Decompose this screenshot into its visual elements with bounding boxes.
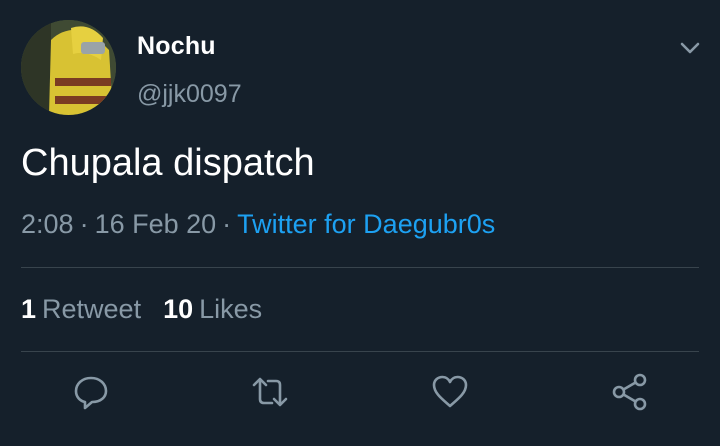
reply-icon[interactable] (71, 372, 111, 412)
display-name[interactable]: Nochu (137, 32, 216, 61)
heart-icon[interactable] (430, 372, 470, 412)
action-bar (0, 368, 720, 414)
tweet-time: 2:08 (21, 209, 74, 239)
tweet-card: Nochu @jjk0097 Chupala dispatch 2:08 · 16 … (0, 0, 720, 446)
separator-dot: · (222, 209, 232, 239)
retweets-label: Retweet (42, 294, 142, 324)
likes-label: Likes (199, 294, 263, 324)
retweet-icon[interactable] (250, 372, 290, 412)
divider (21, 351, 699, 352)
chevron-down-icon[interactable] (676, 34, 704, 62)
tweet-source-link[interactable]: Twitter for Daegubr0s (237, 209, 495, 239)
tweet-stats: 1 Retweet 10 Likes (21, 294, 262, 325)
likes-stat[interactable]: 10 Likes (163, 294, 262, 324)
tweet-meta: 2:08 · 16 Feb 20 · Twitter for Daegubr0s (21, 209, 495, 240)
tweet-text: Chupala dispatch (21, 142, 315, 184)
likes-count: 10 (163, 294, 194, 324)
retweets-count: 1 (21, 294, 37, 324)
retweets-stat[interactable]: 1 Retweet (21, 294, 141, 324)
divider (21, 267, 699, 268)
avatar-image (21, 20, 116, 115)
share-icon[interactable] (610, 372, 650, 412)
separator-dot: · (79, 209, 89, 239)
tweet-date: 16 Feb 20 (94, 209, 217, 239)
avatar[interactable] (21, 20, 116, 115)
user-handle[interactable]: @jjk0097 (137, 80, 242, 109)
